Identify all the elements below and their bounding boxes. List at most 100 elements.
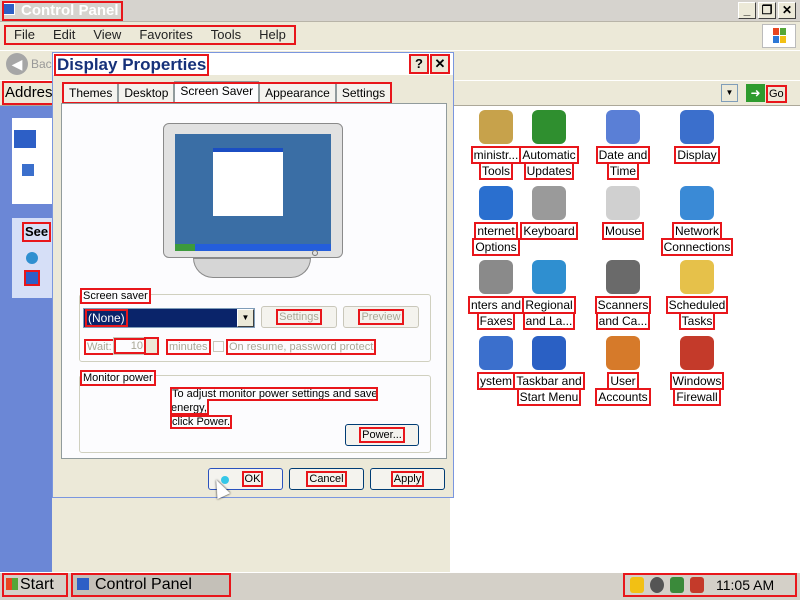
control-panel-item-label: Mouse [601,222,645,240]
security-shield-icon[interactable] [630,577,644,593]
switch-view-icon[interactable] [12,128,38,150]
spinner-icon[interactable] [144,337,159,355]
control-panel-item[interactable]: Windows Firewall [656,336,738,406]
control-panel-item[interactable]: Keyboard [508,186,590,240]
control-panel-item[interactable]: Network Connections [656,186,738,256]
control-panel-item[interactable]: Scanners and Ca... [582,260,664,330]
windows-update-icon[interactable] [26,252,38,264]
preview-start [175,244,195,251]
preview-taskbar [175,244,331,251]
menu-help[interactable]: Help [250,26,295,44]
control-panel-item[interactable]: Date and Time [582,110,664,180]
taskbar-control-panel-button[interactable]: Control Panel [71,573,231,597]
menu-file[interactable]: File [5,26,44,44]
control-panel-item-label: Updates [523,162,575,180]
control-panel-item-label: and Ca... [595,312,651,330]
see-also-label: See [21,222,52,242]
tab-screen-saver[interactable]: Screen Saver [174,81,260,102]
menu-edit[interactable]: Edit [44,26,84,44]
control-panel-item[interactable]: Mouse [582,186,664,240]
category-view-icon[interactable] [22,164,34,176]
firewall-icon [680,336,714,370]
close-button[interactable]: ✕ [778,2,796,19]
network-tray-icon[interactable] [670,577,684,593]
speaker-icon[interactable] [650,577,664,593]
mouse-icon [606,186,640,220]
control-panel-item[interactable]: User Accounts [582,336,664,406]
control-panel-item-label: Keyboard [520,222,578,240]
settings-button[interactable]: Settings [261,306,337,328]
network-icon [680,186,714,220]
windows-flag-icon [6,578,18,590]
control-panel-item-label: Regional [522,296,576,314]
power-text-line1: To adjust monitor power settings and sav… [169,387,379,415]
cancel-button[interactable]: Cancel [289,468,364,490]
control-panel-item-label: Options [472,238,520,256]
dialog-close-button[interactable]: ✕ [430,54,450,74]
menu-list: File Edit View Favorites Tools Help [4,25,296,45]
control-panel-item[interactable]: Taskbar and Start Menu [508,336,590,406]
clock: 11:05 AM [716,577,775,593]
resume-checkbox[interactable] [213,341,224,352]
apply-button[interactable]: Apply [370,468,445,490]
wait-value[interactable]: 10 [114,338,146,354]
menu-favorites[interactable]: Favorites [130,26,201,44]
clock-icon [606,110,640,144]
control-panel-item-label: Time [606,162,640,180]
control-panel-icon [77,578,89,590]
window-title: Control Panel [2,1,123,21]
control-panel-item-label: Windows [669,372,725,390]
control-panel-item-label: Scheduled [665,296,729,314]
control-panel-item[interactable]: Scheduled Tasks [656,260,738,330]
screen-saver-value: (None) [85,309,128,327]
screen-saver-group-label: Screen saver [80,288,151,304]
control-panel-item-label: Network [671,222,723,240]
users-icon [606,336,640,370]
address-dropdown-button[interactable]: ▼ [721,84,738,102]
tab-strip: Themes Desktop Screen Saver Appearance S… [61,81,393,104]
regional-icon [532,260,566,294]
minutes-label: minutes [166,339,211,355]
control-panel-item-label: Firewall [673,388,721,406]
go-arrow-icon[interactable]: ➜ [746,84,765,102]
monitor-screen [175,134,331,251]
preview-button[interactable]: Preview [343,306,419,328]
windows-update-icon [532,110,566,144]
keyboard-icon [532,186,566,220]
help-button[interactable]: ? [409,54,429,74]
minimize-button[interactable]: _ [738,2,756,19]
control-panel-item[interactable]: Regional and La... [508,260,590,330]
display-properties-dialog: Display Properties ? ✕ Themes Desktop Sc… [52,52,454,498]
windows-logo-icon [762,24,796,48]
monitor-stand [193,258,311,278]
scanner-icon [606,260,640,294]
chevron-down-icon[interactable]: ▼ [237,309,254,327]
control-panel-item-label: Start Menu [516,388,582,406]
monitor-power-label: Monitor power [80,370,156,386]
help-support-icon[interactable] [24,270,40,286]
control-panel-item-label: Date and [595,146,651,164]
control-panel-item-label: and La... [522,312,576,330]
tab-settings[interactable]: Settings [335,83,392,102]
folder-clock-icon [680,260,714,294]
preview-window [213,148,283,216]
tab-themes[interactable]: Themes [63,83,119,102]
power-button[interactable]: Power... [345,424,419,446]
back-button[interactable]: ◀ [6,53,28,75]
resume-label: On resume, password protect [225,339,377,355]
maximize-button[interactable]: ❐ [758,2,776,19]
tab-desktop[interactable]: Desktop [118,83,175,102]
go-button[interactable]: Go [766,85,787,103]
firewall-tray-icon[interactable] [690,577,704,593]
control-panel-item-label: Tasks [678,312,716,330]
taskbar-icon [532,336,566,370]
wait-label: Wait: [84,339,115,355]
control-panel-item[interactable]: Automatic Updates [508,110,590,180]
tab-appearance[interactable]: Appearance [259,83,336,102]
menu-view[interactable]: View [84,26,130,44]
control-panel-item-label: User [607,372,639,390]
monitor-body [163,123,343,258]
control-panel-item[interactable]: Display [656,110,738,164]
menu-tools[interactable]: Tools [202,26,250,44]
control-panel-item-label: Taskbar and [513,372,585,390]
